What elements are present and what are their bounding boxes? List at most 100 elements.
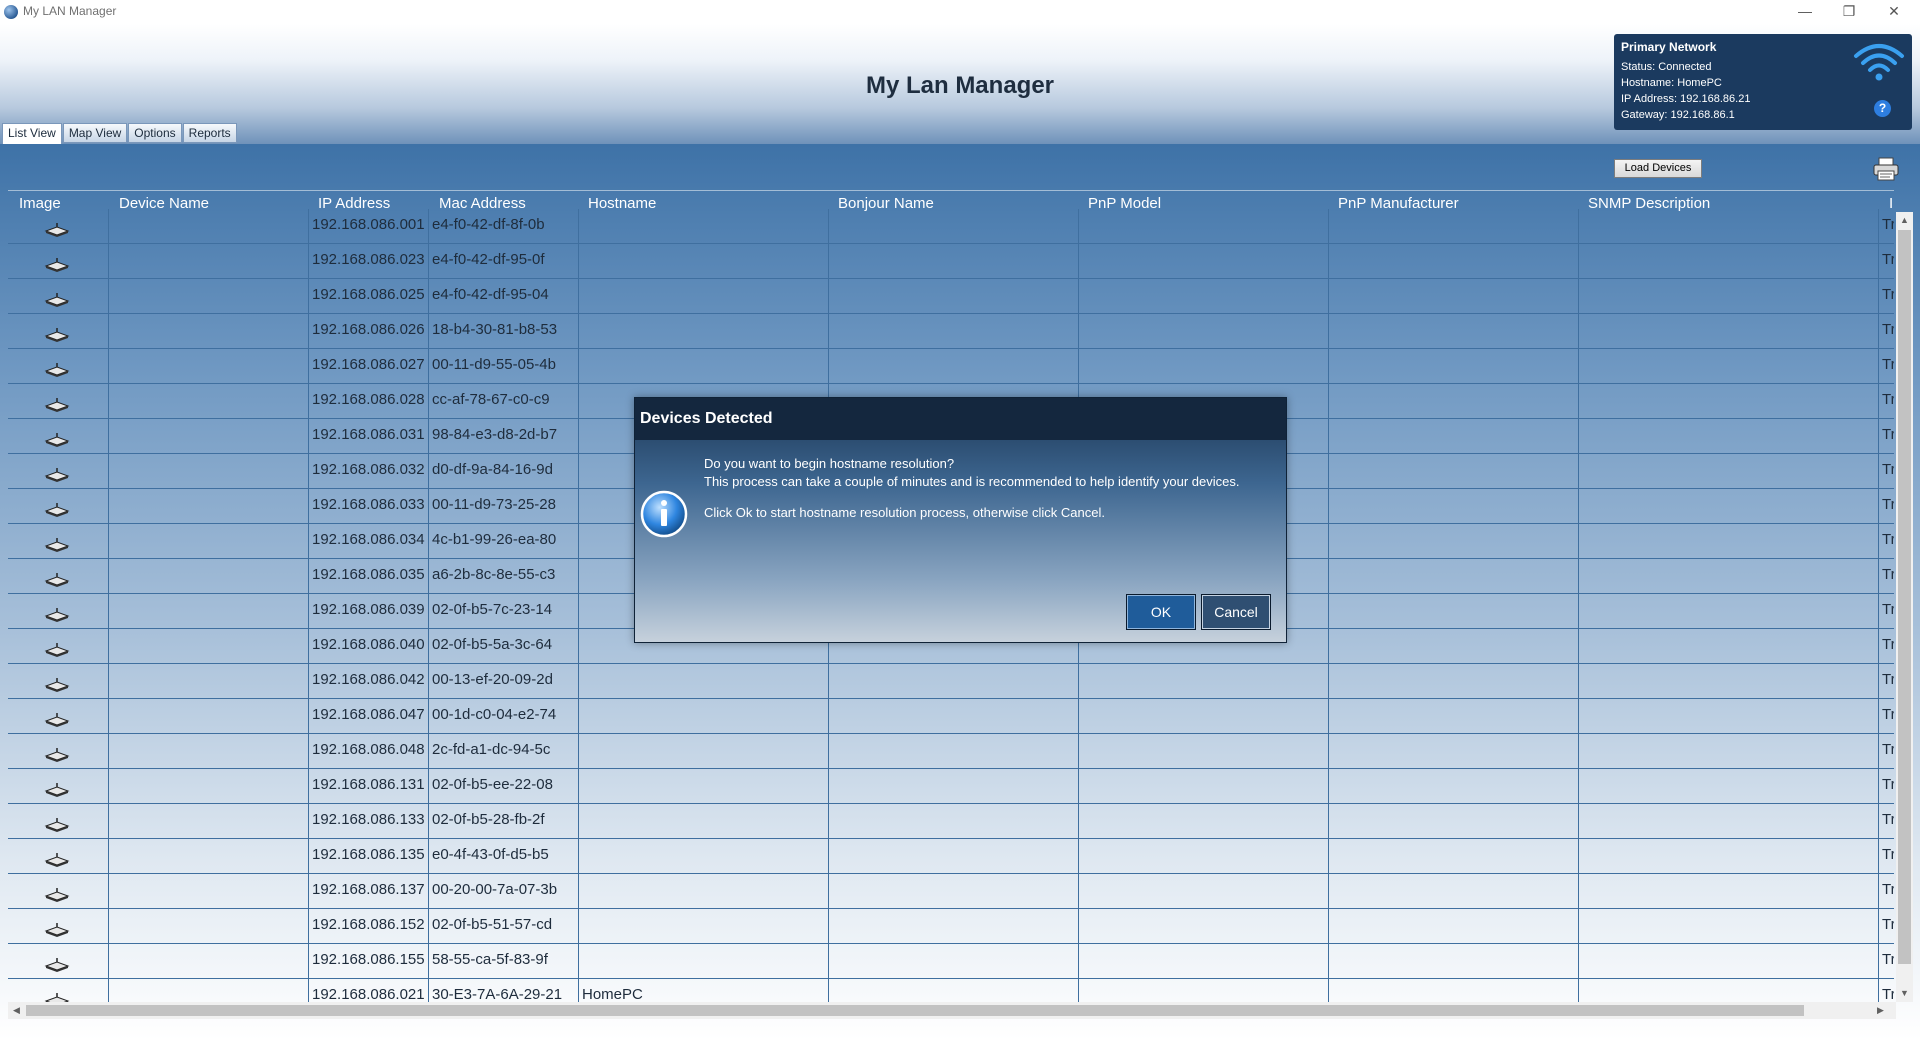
pnp-manufacturer-cell xyxy=(1328,664,1578,699)
image-cell xyxy=(8,454,108,489)
maximize-button[interactable]: ❐ xyxy=(1826,0,1872,22)
horizontal-scrollbar[interactable]: ◀ ▶ xyxy=(8,1002,1896,1019)
network-device-icon xyxy=(44,398,70,412)
table-row[interactable]: 192.168.086.155 58-55-ca-5f-83-9f Tr xyxy=(8,944,1894,979)
snmp-description-cell xyxy=(1578,699,1878,734)
pnp-model-cell xyxy=(1078,244,1328,279)
network-ip: IP Address: 192.168.86.21 xyxy=(1621,93,1751,105)
bonjour-name-cell xyxy=(828,944,1078,979)
tab-map-view[interactable]: Map View xyxy=(62,123,128,143)
pnp-manufacturer-cell xyxy=(1328,594,1578,629)
vertical-scroll-thumb[interactable] xyxy=(1898,230,1911,964)
tab-list-view[interactable]: List View xyxy=(2,123,62,144)
ip-address-cell: 192.168.086.032 xyxy=(308,454,428,489)
scroll-down-icon[interactable]: ▼ xyxy=(1896,985,1913,1002)
pnp-manufacturer-cell xyxy=(1328,839,1578,874)
ip-address-cell-text: 192.168.086.155 xyxy=(312,951,425,968)
mac-address-cell: 02-0f-b5-7c-23-14 xyxy=(428,594,578,629)
ip-address-cell: 192.168.086.031 xyxy=(308,419,428,454)
table-row[interactable]: 192.168.086.048 2c-fd-a1-dc-94-5c Tr xyxy=(8,734,1894,769)
ip-address-cell-text: 192.168.086.032 xyxy=(312,461,425,478)
network-device-icon xyxy=(44,223,70,237)
table-row[interactable]: 192.168.086.001 e4-f0-42-df-8f-0b Tr xyxy=(8,209,1894,244)
mac-address-cell-text: 30-E3-7A-6A-29-21 xyxy=(432,986,563,1003)
truncated-cell: Tr xyxy=(1878,349,1894,384)
scroll-up-icon[interactable]: ▲ xyxy=(1896,212,1913,229)
pnp-manufacturer-cell xyxy=(1328,244,1578,279)
network-device-icon xyxy=(44,923,70,937)
device-name-cell xyxy=(108,909,308,944)
table-row[interactable]: 192.168.086.131 02-0f-b5-ee-22-08 Tr xyxy=(8,769,1894,804)
ip-address-cell: 192.168.086.135 xyxy=(308,839,428,874)
mac-address-cell: 00-1d-c0-04-e2-74 xyxy=(428,699,578,734)
image-cell xyxy=(8,244,108,279)
pnp-model-cell xyxy=(1078,209,1328,244)
mac-address-cell-text: cc-af-78-67-c0-c9 xyxy=(432,391,550,408)
mac-address-cell: e4-f0-42-df-95-0f xyxy=(428,244,578,279)
truncated-cell-text: Tr xyxy=(1882,601,1894,618)
truncated-cell-text: Tr xyxy=(1882,636,1894,653)
mac-address-cell: 18-b4-30-81-b8-53 xyxy=(428,314,578,349)
pnp-manufacturer-cell xyxy=(1328,629,1578,664)
pnp-manufacturer-cell xyxy=(1328,349,1578,384)
help-icon[interactable]: ? xyxy=(1874,100,1891,117)
table-row[interactable]: 192.168.086.133 02-0f-b5-28-fb-2f Tr xyxy=(8,804,1894,839)
mac-address-cell: 02-0f-b5-ee-22-08 xyxy=(428,769,578,804)
mac-address-cell-text: d0-df-9a-84-16-9d xyxy=(432,461,553,478)
scroll-left-icon[interactable]: ◀ xyxy=(8,1002,25,1019)
pnp-manufacturer-cell xyxy=(1328,874,1578,909)
hostname-cell xyxy=(578,209,828,244)
close-button[interactable]: ✕ xyxy=(1871,0,1917,22)
snmp-description-cell xyxy=(1578,489,1878,524)
ok-button[interactable]: OK xyxy=(1126,594,1196,630)
table-row[interactable]: 192.168.086.152 02-0f-b5-51-57-cd Tr xyxy=(8,909,1894,944)
printer-icon[interactable] xyxy=(1872,156,1900,182)
vertical-scrollbar[interactable]: ▲ ▼ xyxy=(1896,212,1913,1002)
pnp-manufacturer-cell xyxy=(1328,524,1578,559)
horizontal-scroll-thumb[interactable] xyxy=(26,1005,1804,1016)
pnp-manufacturer-cell xyxy=(1328,454,1578,489)
minimize-button[interactable]: — xyxy=(1782,0,1828,22)
truncated-cell: Tr xyxy=(1878,489,1894,524)
network-device-icon xyxy=(44,643,70,657)
ip-address-cell: 192.168.086.023 xyxy=(308,244,428,279)
truncated-cell: Tr xyxy=(1878,279,1894,314)
scroll-right-icon[interactable]: ▶ xyxy=(1872,1002,1889,1019)
device-name-cell xyxy=(108,874,308,909)
truncated-cell: Tr xyxy=(1878,419,1894,454)
mac-address-cell: 00-20-00-7a-07-3b xyxy=(428,874,578,909)
image-cell xyxy=(8,909,108,944)
bonjour-name-cell xyxy=(828,804,1078,839)
ip-address-cell-text: 192.168.086.152 xyxy=(312,916,425,933)
table-row[interactable]: 192.168.086.135 e0-4f-43-0f-d5-b5 Tr xyxy=(8,839,1894,874)
table-row[interactable]: 192.168.086.025 e4-f0-42-df-95-04 Tr xyxy=(8,279,1894,314)
image-cell xyxy=(8,559,108,594)
table-row[interactable]: 192.168.086.026 18-b4-30-81-b8-53 Tr xyxy=(8,314,1894,349)
network-device-icon xyxy=(44,608,70,622)
table-row[interactable]: 192.168.086.137 00-20-00-7a-07-3b Tr xyxy=(8,874,1894,909)
mac-address-cell-text: e0-4f-43-0f-d5-b5 xyxy=(432,846,549,863)
truncated-cell: Tr xyxy=(1878,944,1894,979)
truncated-cell-text: Tr xyxy=(1882,321,1894,338)
network-device-icon xyxy=(44,748,70,762)
cancel-button[interactable]: Cancel xyxy=(1201,594,1271,630)
tab-options[interactable]: Options xyxy=(128,123,182,143)
pnp-manufacturer-cell xyxy=(1328,489,1578,524)
pnp-manufacturer-cell xyxy=(1328,384,1578,419)
tab-reports[interactable]: Reports xyxy=(182,123,237,143)
mac-address-cell-text: 2c-fd-a1-dc-94-5c xyxy=(432,741,551,758)
ip-address-cell-text: 192.168.086.047 xyxy=(312,706,425,723)
load-devices-button[interactable]: Load Devices xyxy=(1614,159,1702,178)
mac-address-cell-text: 02-0f-b5-51-57-cd xyxy=(432,916,553,933)
table-row[interactable]: 192.168.086.042 00-13-ef-20-09-2d Tr xyxy=(8,664,1894,699)
device-name-cell xyxy=(108,699,308,734)
table-row[interactable]: 192.168.086.023 e4-f0-42-df-95-0f Tr xyxy=(8,244,1894,279)
table-row[interactable]: 192.168.086.047 00-1d-c0-04-e2-74 Tr xyxy=(8,699,1894,734)
mac-address-cell: 4c-b1-99-26-ea-80 xyxy=(428,524,578,559)
table-row[interactable]: 192.168.086.027 00-11-d9-55-05-4b Tr xyxy=(8,349,1894,384)
ip-address-cell: 192.168.086.027 xyxy=(308,349,428,384)
truncated-cell-text: Tr xyxy=(1882,251,1894,268)
ip-address-cell: 192.168.086.152 xyxy=(308,909,428,944)
truncated-cell: Tr xyxy=(1878,909,1894,944)
image-cell xyxy=(8,489,108,524)
